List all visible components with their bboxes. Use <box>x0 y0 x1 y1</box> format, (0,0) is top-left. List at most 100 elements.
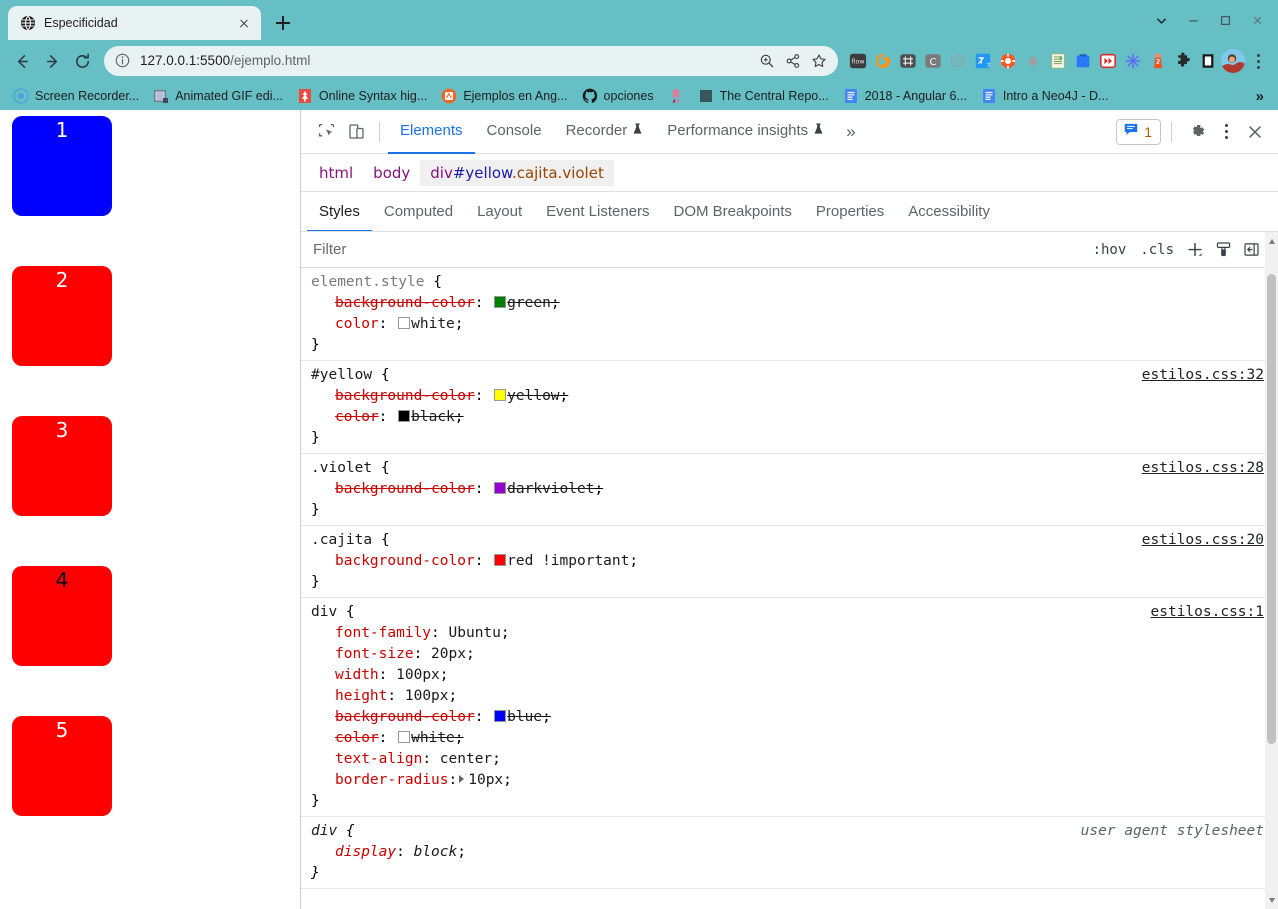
css-property-value[interactable]: blue <box>507 709 542 725</box>
pane-tab-accessibility[interactable]: Accessibility <box>896 192 1002 231</box>
close-devtools-icon[interactable] <box>1240 117 1270 147</box>
styles-scrollbar[interactable] <box>1265 268 1278 909</box>
css-property-value[interactable]: Ubuntu <box>449 625 501 641</box>
gray-dot-extension-icon[interactable] <box>1021 49 1045 73</box>
lifebuoy-extension-icon[interactable] <box>996 49 1020 73</box>
color-swatch[interactable] <box>494 296 507 308</box>
lighthouse-extension-icon[interactable] <box>1146 49 1170 73</box>
css-property-name[interactable]: border-radius <box>335 772 449 788</box>
css-declaration[interactable]: background-color: green; <box>301 293 1278 314</box>
css-property-value[interactable]: white <box>411 730 455 746</box>
zoom-icon[interactable] <box>754 48 780 74</box>
gear-icon[interactable] <box>1182 117 1212 147</box>
devtools-menu-icon[interactable] <box>1214 118 1238 146</box>
rule-source-link[interactable]: estilos.css:32 <box>1142 365 1264 386</box>
rule-source-link[interactable]: estilos.css:1 <box>1151 602 1265 623</box>
css-declaration[interactable]: color: white; <box>301 728 1278 749</box>
css-property-name[interactable]: display <box>335 844 396 860</box>
css-property-value[interactable]: red !important <box>507 553 629 569</box>
cls-toggle-button[interactable]: .cls <box>1133 242 1181 258</box>
te-extension-icon[interactable]: TE <box>946 49 970 73</box>
devtools-tab-performance-insights[interactable]: Performance insights <box>655 110 836 154</box>
css-property-name[interactable]: font-family <box>335 625 431 641</box>
css-property-value[interactable]: 10px <box>468 772 503 788</box>
css-property-name[interactable]: color <box>335 316 379 332</box>
address-bar[interactable]: 127.0.0.1:5500/ejemplo.html <box>104 46 838 76</box>
css-selector[interactable]: .cajita <box>311 532 372 548</box>
css-declaration[interactable]: font-size: 20px; <box>301 644 1278 665</box>
bookmark-star-icon[interactable] <box>806 48 832 74</box>
css-declaration[interactable]: font-family: Ubuntu; <box>301 623 1278 644</box>
bookmark-item[interactable]: Animated GIF edi... <box>146 86 290 106</box>
styles-filter-input[interactable] <box>301 232 1086 267</box>
css-property-name[interactable]: height <box>335 688 387 704</box>
color-swatch[interactable] <box>494 482 507 494</box>
color-swatch[interactable] <box>494 554 507 566</box>
css-property-name[interactable]: background-color <box>335 553 475 569</box>
pane-tab-event-listeners[interactable]: Event Listeners <box>534 192 661 231</box>
window-minimize-button[interactable] <box>1178 5 1208 35</box>
back-button[interactable] <box>8 47 36 75</box>
share-icon[interactable] <box>780 48 806 74</box>
css-declaration[interactable]: background-color: darkviolet; <box>301 479 1278 500</box>
bookmark-item[interactable]: Ejemplos en Ang... <box>434 86 574 106</box>
css-selector[interactable]: #yellow <box>311 367 372 383</box>
color-swatch[interactable] <box>494 389 507 401</box>
color-swatch[interactable] <box>398 410 411 422</box>
rule-source-link[interactable]: estilos.css:28 <box>1142 458 1264 479</box>
tab-search-button[interactable] <box>1146 5 1176 35</box>
css-property-value[interactable]: darkviolet <box>507 481 594 497</box>
breadcrumb-item-body[interactable]: body <box>363 160 420 186</box>
css-selector[interactable]: div <box>311 823 337 839</box>
forward-extension-icon[interactable] <box>1096 49 1120 73</box>
color-swatch[interactable] <box>398 731 411 743</box>
profile-avatar[interactable] <box>1221 49 1245 73</box>
devtools-tab-console[interactable]: Console <box>475 110 554 154</box>
pane-tab-properties[interactable]: Properties <box>804 192 896 231</box>
devtools-tab-recorder[interactable]: Recorder <box>554 110 656 154</box>
site-info-icon[interactable] <box>114 52 132 70</box>
flow-extension-icon[interactable]: flow <box>846 49 870 73</box>
pane-tab-computed[interactable]: Computed <box>372 192 465 231</box>
expand-shorthand-icon[interactable] <box>459 775 465 783</box>
css-declaration[interactable]: background-color: yellow; <box>301 386 1278 407</box>
color-swatch[interactable] <box>398 317 411 329</box>
more-panels-button[interactable]: » <box>836 122 865 142</box>
bookmarks-overflow-button[interactable]: » <box>1248 88 1272 105</box>
css-property-value[interactable]: block <box>414 844 458 860</box>
forward-button[interactable] <box>38 47 66 75</box>
css-property-name[interactable]: font-size <box>335 646 414 662</box>
breadcrumb-item-html[interactable]: html <box>309 160 363 186</box>
css-property-name[interactable]: background-color <box>335 295 475 311</box>
tab-close-icon[interactable] <box>235 14 253 32</box>
bookmark-item[interactable]: Intro a Neo4J - D... <box>974 86 1116 106</box>
bookmark-item[interactable]: Screen Recorder... <box>6 86 146 106</box>
window-maximize-button[interactable] <box>1210 5 1240 35</box>
bookmark-item[interactable]: The Central Repo... <box>691 86 836 106</box>
inspect-element-icon[interactable] <box>311 117 341 147</box>
blue-box-extension-icon[interactable] <box>1071 49 1095 73</box>
device-toolbar-icon[interactable] <box>341 117 371 147</box>
css-declaration[interactable]: color: white; <box>301 314 1278 335</box>
pane-tab-layout[interactable]: Layout <box>465 192 534 231</box>
new-tab-button[interactable] <box>269 9 297 37</box>
css-property-value[interactable]: black <box>411 409 455 425</box>
css-property-value[interactable]: center <box>440 751 492 767</box>
css-declaration[interactable]: color: black; <box>301 407 1278 428</box>
sheets-extension-icon[interactable] <box>1046 49 1070 73</box>
grid-ruler-extension-icon[interactable] <box>896 49 920 73</box>
issues-badge[interactable]: 1 <box>1116 118 1161 145</box>
css-declaration[interactable]: display: block; <box>301 842 1278 863</box>
css-declaration[interactable]: background-color: red !important; <box>301 551 1278 572</box>
css-declaration[interactable]: width: 100px; <box>301 665 1278 686</box>
browser-tab[interactable]: Especificidad <box>8 6 261 40</box>
bookmark-item[interactable]: 2018 - Angular 6... <box>836 86 974 106</box>
hov-toggle-button[interactable]: :hov <box>1086 242 1134 258</box>
css-declaration[interactable]: text-align: center; <box>301 749 1278 770</box>
new-style-rule-icon[interactable] <box>1181 236 1209 264</box>
snowflake-extension-icon[interactable] <box>1121 49 1145 73</box>
css-declaration[interactable]: height: 100px; <box>301 686 1278 707</box>
color-swatch[interactable] <box>494 710 507 722</box>
rule-source-link[interactable]: estilos.css:20 <box>1142 530 1264 551</box>
css-property-name[interactable]: background-color <box>335 388 475 404</box>
